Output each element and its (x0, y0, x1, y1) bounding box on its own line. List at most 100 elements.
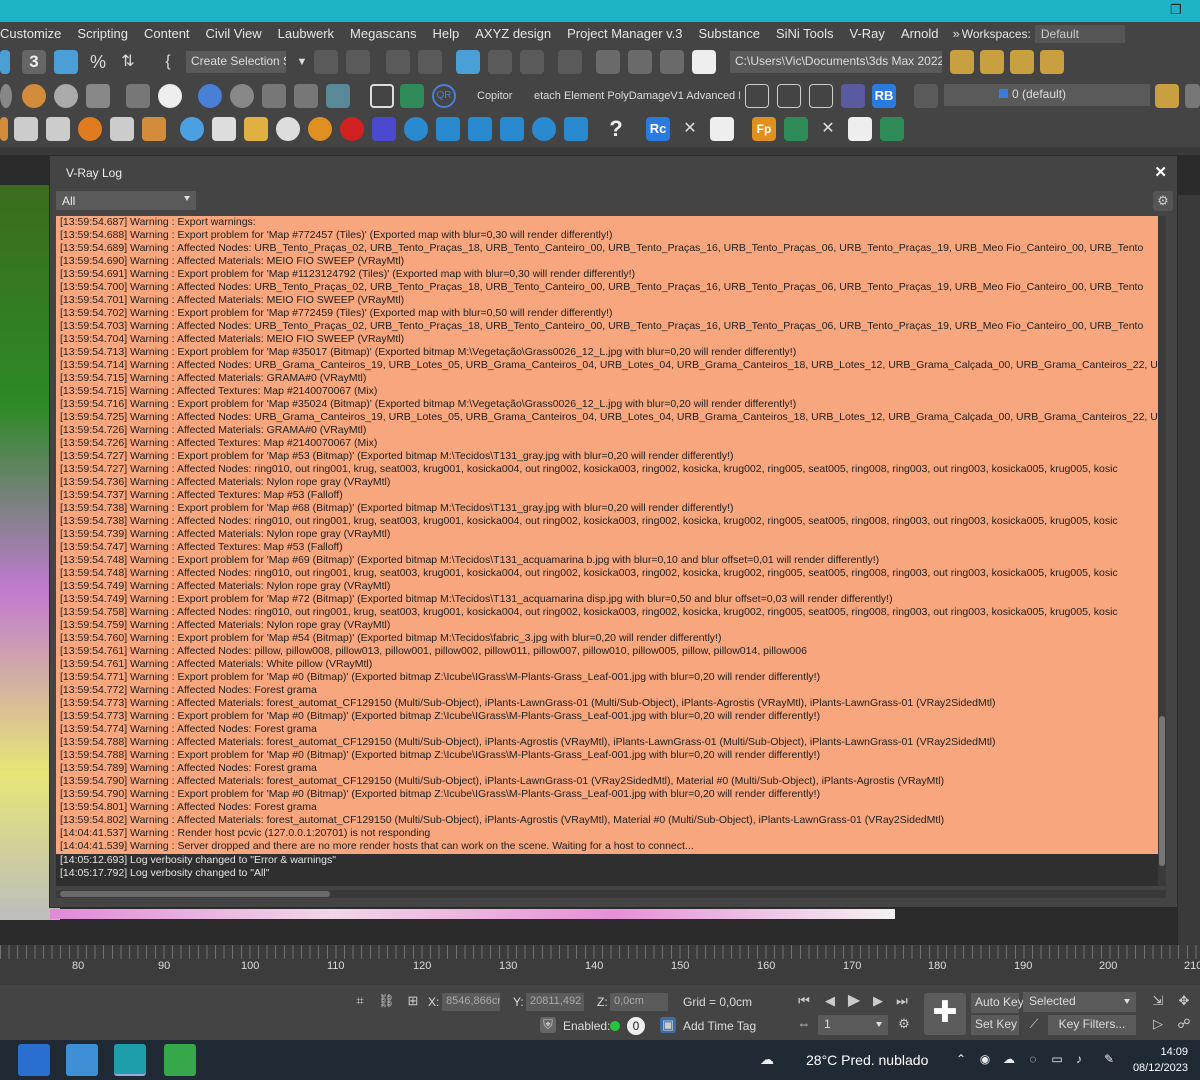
brush-icon[interactable] (142, 117, 166, 141)
cup-icon[interactable] (212, 117, 236, 141)
schematic-view-icon[interactable] (520, 50, 544, 74)
tool-c-icon[interactable] (110, 117, 134, 141)
tool-b-icon[interactable] (46, 117, 70, 141)
set-key-big-button[interactable]: ✚ (924, 993, 966, 1035)
sculpt-icon[interactable] (54, 84, 78, 108)
project-folder-icon[interactable] (950, 50, 974, 74)
pool-icon[interactable] (564, 117, 588, 141)
close-icon[interactable]: ✕ (1154, 163, 1167, 181)
plugin-labels[interactable]: etach Element PolyDamageV1 Advanced Pain… (534, 90, 740, 102)
wave-icon[interactable] (468, 117, 492, 141)
orbit-icon[interactable]: ▷ (1150, 1016, 1166, 1032)
spinner-snap-icon[interactable]: ⇅ (116, 50, 140, 74)
fire-tool-icon[interactable] (0, 117, 8, 141)
edit-named-selection-icon[interactable]: { (156, 50, 180, 74)
mesh-icon[interactable] (841, 84, 865, 108)
fluid-icon[interactable] (436, 117, 460, 141)
menu-customize[interactable]: Customize (0, 26, 69, 41)
show-hidden-icons-icon[interactable]: ⌃ (954, 1052, 968, 1066)
auto-key-button[interactable]: Auto Key (971, 993, 1024, 1013)
3dsmax-app-icon[interactable] (114, 1044, 146, 1076)
ribbon-icon[interactable] (456, 50, 480, 74)
menu-vray[interactable]: V-Ray (842, 26, 893, 41)
add-time-tag-button[interactable]: Add Time Tag (683, 1019, 756, 1033)
menu-substance[interactable]: Substance (691, 26, 768, 41)
key-filters-button[interactable]: Key Filters... (1048, 1015, 1136, 1035)
particles-icon[interactable] (22, 84, 46, 108)
go-to-start-icon[interactable]: ⏮ (796, 993, 812, 1009)
menu-sini-tools[interactable]: SiNi Tools (768, 26, 842, 41)
cloud-sync-icon[interactable]: ☁ (1002, 1052, 1016, 1066)
teapot-icon[interactable] (326, 84, 350, 108)
walk-icon[interactable] (777, 84, 801, 108)
menu-help[interactable]: Help (425, 26, 468, 41)
angle-snap-icon[interactable] (54, 50, 78, 74)
wifi-icon[interactable]: ◌ (1026, 1052, 1040, 1066)
sunset-icon[interactable] (308, 117, 332, 141)
pen-icon[interactable]: ✎ (1102, 1052, 1116, 1066)
scene-explorer-icon[interactable] (386, 50, 410, 74)
layer-tools-icon[interactable] (1185, 84, 1200, 108)
fix-icon[interactable] (262, 84, 286, 108)
water-drop-icon[interactable] (180, 117, 204, 141)
render-cloud-icon[interactable] (692, 50, 716, 74)
percent-snap-icon[interactable]: % (86, 50, 110, 74)
menu-civil-view[interactable]: Civil View (198, 26, 270, 41)
key-filter-icon[interactable]: ⟋ (1026, 1016, 1042, 1032)
spreadsheet-icon[interactable] (710, 117, 734, 141)
project-save-icon[interactable] (1010, 50, 1034, 74)
isolate-icon[interactable]: ⌗ (352, 993, 368, 1009)
weather-status[interactable]: 28°C Pred. nublado (806, 1052, 928, 1068)
scrollbar-thumb[interactable] (1159, 716, 1165, 866)
z-coordinate-field[interactable]: 0,0cm (610, 993, 668, 1011)
text-tool-icon[interactable] (809, 84, 833, 108)
curve-editor-icon[interactable] (488, 50, 512, 74)
y-coordinate-field[interactable]: 20811,492 (526, 993, 584, 1011)
time-tag-icon[interactable]: ▣ (660, 1017, 676, 1033)
project-path-field[interactable]: C:\Users\Vic\Documents\3ds Max 2022 (730, 51, 942, 73)
volume-icon[interactable]: ♪ (1072, 1052, 1086, 1066)
forest-tools-icon[interactable]: ✕ (816, 117, 840, 141)
pan-icon[interactable]: ✥ (1176, 993, 1192, 1009)
walkthrough-icon[interactable]: ☍ (1176, 1016, 1192, 1032)
repair-icon[interactable] (294, 84, 318, 108)
play-icon[interactable]: ▶ (846, 993, 862, 1009)
splat-icon[interactable] (340, 117, 364, 141)
log-area[interactable]: [13:59:54.687] Warning : Export warnings… (56, 216, 1166, 886)
layer-select[interactable]: 0 (default) (944, 84, 1150, 106)
layers-icon[interactable] (914, 84, 938, 108)
render-star-icon[interactable] (198, 84, 222, 108)
help-icon[interactable]: ? (604, 117, 628, 141)
layer-explorer-icon[interactable] (418, 50, 442, 74)
tool-a-icon[interactable] (14, 117, 38, 141)
zoom-extents-icon[interactable]: ⇲ (1150, 993, 1166, 1009)
lock-icon[interactable]: ⛓ (378, 993, 395, 1009)
calculator-app-icon[interactable] (66, 1044, 98, 1076)
forest-list-icon[interactable] (848, 117, 872, 141)
time-config-icon[interactable]: ⇔ (796, 1016, 812, 1032)
forest-tree-icon[interactable] (400, 84, 424, 108)
material-editor-icon[interactable] (558, 50, 582, 74)
forestpack-tree-icon[interactable] (784, 117, 808, 141)
timeline-ruler[interactable] (0, 945, 1200, 959)
menu-content[interactable]: Content (136, 26, 198, 41)
selection-set-dropdown-icon[interactable]: ▼ (290, 50, 314, 74)
menu-laubwerk[interactable]: Laubwerk (270, 26, 342, 41)
log-filter-select[interactable]: All (56, 191, 196, 210)
render-setup-icon[interactable] (596, 50, 620, 74)
project-open-icon[interactable] (980, 50, 1004, 74)
previous-frame-icon[interactable]: ◀ (822, 993, 838, 1009)
gear-icon[interactable]: ⚙ (1153, 191, 1173, 211)
time-configuration-icon[interactable]: ⚙ (896, 1016, 912, 1032)
copitor-label[interactable]: Copitor (477, 90, 512, 102)
mirror-icon[interactable] (314, 50, 338, 74)
flame-icon[interactable] (78, 117, 102, 141)
vray-check-icon[interactable] (158, 84, 182, 108)
clone-icon[interactable] (86, 84, 110, 108)
rc-icon[interactable]: Rc (646, 117, 670, 141)
x-coordinate-field[interactable]: 8546,866cr (442, 993, 500, 1011)
hex-icon[interactable] (370, 84, 394, 108)
tray-app-icon[interactable]: ◉ (978, 1052, 992, 1066)
add-layer-icon[interactable] (1155, 84, 1179, 108)
menu-scripting[interactable]: Scripting (69, 26, 136, 41)
